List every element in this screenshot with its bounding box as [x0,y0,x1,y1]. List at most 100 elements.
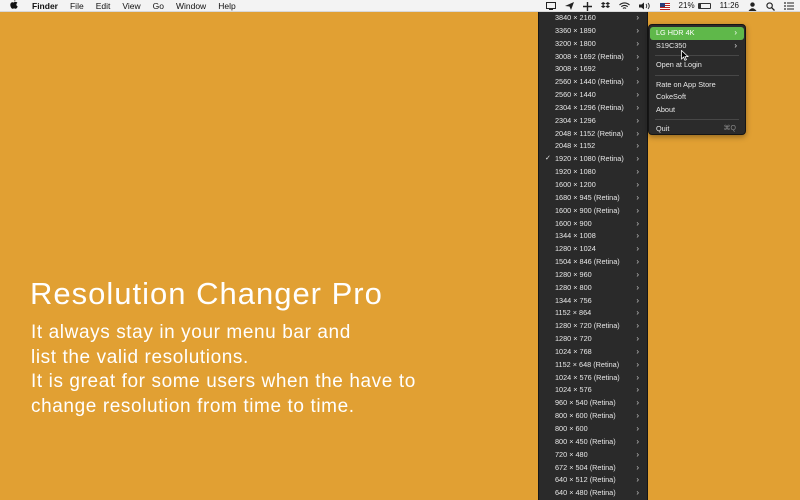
user-icon[interactable] [748,1,757,11]
menu-help[interactable]: Help [212,0,241,12]
resolution-item[interactable]: 960 × 540 (Retina) › [539,397,647,410]
resolution-item[interactable]: 720 × 480 › [539,449,647,462]
resolution-item[interactable]: 2304 × 1296 › [539,115,647,128]
resolution-item[interactable]: 1024 × 768 › [539,346,647,359]
menu-window[interactable]: Window [170,0,212,12]
resolution-item[interactable]: ✓ 1920 × 1080 (Retina) › [539,153,647,166]
display-item-label: S19C350 [656,40,687,50]
resolution-item[interactable]: 2048 × 1152 (Retina) › [539,128,647,141]
battery-percent: 21% [678,1,695,10]
chevron-right-icon: › [636,38,639,48]
battery-status[interactable]: 21% [679,0,711,12]
chevron-right-icon: › [636,13,639,22]
crosshair-icon[interactable] [582,1,592,11]
app-menu: LG HDR 4K › S19C350 › Open at Login Rate… [648,24,746,135]
resolution-item[interactable]: 1280 × 960 › [539,269,647,282]
chevron-right-icon: › [636,359,639,369]
clock[interactable]: 11:26 [720,0,739,12]
resolution-label: 1280 × 800 [555,282,592,292]
menu-edit[interactable]: Edit [90,0,117,12]
resolution-label: 1344 × 1008 [555,231,596,241]
notification-center-icon[interactable] [784,2,794,10]
rate-on-app-store-item[interactable]: Rate on App Store [650,79,744,92]
resolution-label: 1152 × 648 (Retina) [555,359,620,369]
resolution-item[interactable]: 2560 × 1440 › [539,89,647,102]
resolution-item[interactable]: 800 × 600 › [539,423,647,436]
display-item-s19c350[interactable]: S19C350 › [650,40,744,53]
resolution-item[interactable]: 640 × 480 (Retina) › [539,487,647,500]
menu-go[interactable]: Go [147,0,170,12]
open-at-login-item[interactable]: Open at Login [650,59,744,72]
resolution-item[interactable]: 3008 × 1692 (Retina) › [539,51,647,64]
resolution-label: 800 × 450 (Retina) [555,436,616,446]
resolution-label: 1600 × 900 [555,218,592,228]
resolution-item[interactable]: 1280 × 1024 › [539,243,647,256]
chevron-right-icon: › [636,90,639,100]
resolution-item[interactable]: 3008 × 1692 › [539,63,647,76]
resolution-item[interactable]: 3200 × 1800 › [539,38,647,51]
chevron-right-icon: › [636,115,639,125]
chevron-right-icon: › [636,269,639,279]
mouse-pointer-icon [681,50,689,61]
chevron-right-icon: › [636,334,639,344]
chevron-right-icon: › [636,411,639,421]
resolution-item[interactable]: 1344 × 1008 › [539,230,647,243]
resolution-item[interactable]: 3840 × 2160 › [539,12,647,25]
resolution-label: 640 × 480 (Retina) [555,488,616,498]
promo-title: Resolution Changer Pro [30,276,383,311]
resolution-label: 1920 × 1080 (Retina) [555,154,624,164]
resolution-item[interactable]: 800 × 450 (Retina) › [539,436,647,449]
resolution-label: 1680 × 945 (Retina) [555,192,620,202]
display-icon[interactable] [545,2,556,10]
send-icon[interactable] [564,2,574,10]
resolution-item[interactable]: 1344 × 756 › [539,295,647,308]
resolution-item[interactable]: 1280 × 720 › [539,333,647,346]
chevron-right-icon: › [734,40,737,50]
resolution-item[interactable]: 1600 × 900 › [539,218,647,231]
resolution-item[interactable]: 2560 × 1440 (Retina) › [539,76,647,89]
resolution-item[interactable]: 1600 × 900 (Retina) › [539,205,647,218]
menu-bar: Finder File Edit View Go Window Help 21%… [0,0,800,12]
resolution-item[interactable]: 1920 × 1080 › [539,166,647,179]
resolution-item[interactable]: 1280 × 800 › [539,282,647,295]
resolution-item[interactable]: 1152 × 864 › [539,307,647,320]
resolution-label: 720 × 480 [555,449,588,459]
resolution-item[interactable]: 672 × 504 (Retina) › [539,462,647,475]
resolution-item[interactable]: 1152 × 648 (Retina) › [539,359,647,372]
resolution-label: 1280 × 720 [555,334,592,344]
resolution-item[interactable]: 800 × 600 (Retina) › [539,410,647,423]
resolution-label: 1344 × 756 [555,295,592,305]
volume-icon[interactable] [638,2,651,10]
resolution-label: 1024 × 768 [555,346,592,356]
about-item[interactable]: About [650,104,744,117]
chevron-right-icon: › [636,167,639,177]
resolution-item[interactable]: 3360 × 1890 › [539,25,647,38]
quit-item[interactable]: Quit ⌘Q [650,123,744,136]
resolution-item[interactable]: 1504 × 846 (Retina) › [539,256,647,269]
resolution-label: 3840 × 2160 [555,13,596,22]
resolution-label: 1504 × 846 (Retina) [555,257,620,267]
promo-line: change resolution from time to time. [31,395,355,417]
input-source-flag-icon[interactable] [659,2,670,10]
resolution-item[interactable]: 2304 × 1296 (Retina) › [539,102,647,115]
resolution-item[interactable]: 1280 × 720 (Retina) › [539,320,647,333]
chevron-right-icon: › [636,205,639,215]
chevron-right-icon: › [636,154,639,164]
resolution-item[interactable]: 1024 × 576 (Retina) › [539,372,647,385]
dropbox-icon[interactable] [600,2,610,10]
resolution-item[interactable]: 2048 × 1152 › [539,140,647,153]
resolution-item[interactable]: 640 × 512 (Retina) › [539,474,647,487]
wifi-icon[interactable] [618,2,630,10]
menu-app-name[interactable]: Finder [28,0,64,12]
resolution-item[interactable]: 1600 × 1200 › [539,179,647,192]
resolution-item[interactable]: 1024 × 576 › [539,384,647,397]
display-item-lg-hdr-4k[interactable]: LG HDR 4K › [650,27,744,40]
menu-view[interactable]: View [116,0,146,12]
menu-file[interactable]: File [64,0,90,12]
apple-icon[interactable] [0,0,28,11]
resolution-label: 1600 × 900 (Retina) [555,205,620,215]
spotlight-search-icon[interactable] [766,1,775,11]
cokesoft-item[interactable]: CokeSoft [650,91,744,104]
resolution-item[interactable]: 1680 × 945 (Retina) › [539,192,647,205]
resolution-label: 2560 × 1440 [555,90,596,100]
